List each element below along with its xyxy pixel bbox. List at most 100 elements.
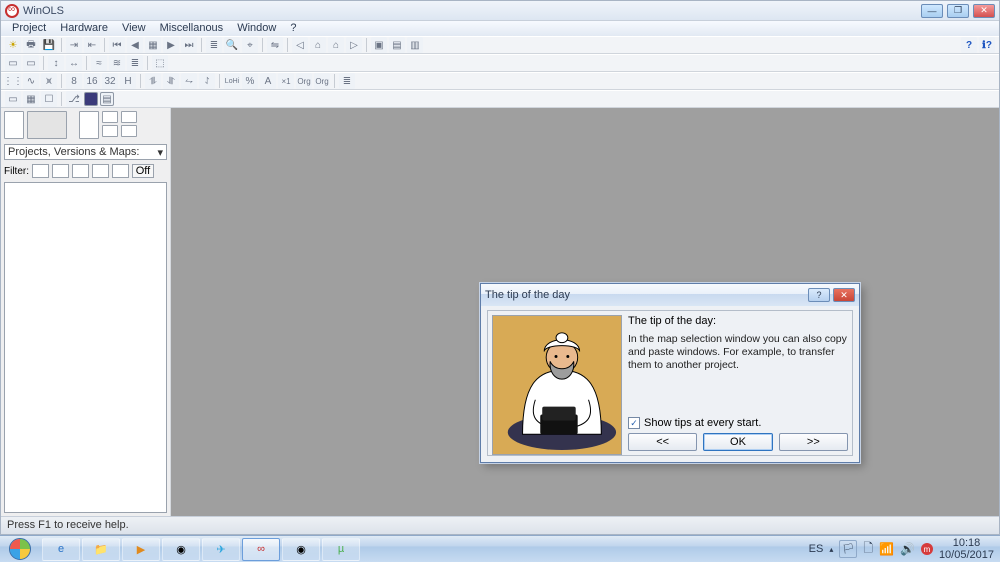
layout-a-icon[interactable]: ▣ (371, 37, 387, 53)
show-tips-checkbox[interactable]: ✓ (628, 417, 640, 429)
text-icon[interactable]: A (260, 73, 276, 89)
wave-icon[interactable]: ∿ (23, 73, 39, 89)
tool-2d-icon[interactable]: ↔ (66, 55, 82, 71)
tip-prev-button[interactable]: << (628, 433, 697, 451)
triangle-left-icon[interactable]: ◁ (292, 37, 308, 53)
task-telegram[interactable]: ✈ (202, 538, 240, 561)
bits-8-icon[interactable]: 8 (66, 73, 82, 89)
menu-view[interactable]: View (115, 21, 153, 36)
tool-2h-icon[interactable]: ⬚ (152, 55, 168, 71)
palette-slot-5b[interactable] (121, 125, 137, 137)
tray-lang[interactable]: ES (809, 543, 824, 555)
tray-network-icon[interactable]: 📶 (879, 542, 894, 556)
mode-hatch-icon[interactable]: ▤ (100, 92, 114, 106)
tool-2b-icon[interactable]: ▭ (23, 55, 39, 71)
swap-icon[interactable]: ⇋ (267, 37, 283, 53)
print-icon[interactable]: 🖶 (23, 37, 39, 53)
menu-miscellaneous[interactable]: Miscellanous (153, 21, 231, 36)
filter-slot-1[interactable] (32, 164, 49, 178)
tool-2g-icon[interactable]: ≣ (127, 55, 143, 71)
select-c-icon[interactable]: ☐ (41, 91, 57, 107)
bulb-icon[interactable]: ☀ (5, 37, 21, 53)
tray-volume-icon[interactable]: 🔊 (900, 542, 915, 556)
palette-slot-2[interactable] (27, 111, 67, 139)
filter-slot-4[interactable] (92, 164, 109, 178)
scale-b-icon[interactable]: ⥯ (163, 73, 179, 89)
home-icon[interactable]: ⌂ (310, 37, 326, 53)
tip-next-button[interactable]: >> (779, 433, 848, 451)
filter-slot-2[interactable] (52, 164, 69, 178)
import-icon[interactable]: ⇥ (66, 37, 82, 53)
maximize-button[interactable]: ❐ (947, 4, 969, 18)
bits-hilo-icon[interactable]: H (120, 73, 136, 89)
next-icon[interactable]: ⏭ (181, 37, 197, 53)
x1-icon[interactable]: ×1 (278, 73, 294, 89)
project-tree[interactable] (4, 182, 167, 513)
layout-c-icon[interactable]: ▥ (407, 37, 423, 53)
prev-icon[interactable]: ◀ (127, 37, 143, 53)
dialog-close-button[interactable]: ✕ (833, 288, 855, 302)
tool-2c-icon[interactable]: ↕ (48, 55, 64, 71)
select-b-icon[interactable]: ▦ (23, 91, 39, 107)
rows-icon[interactable]: ≣ (206, 37, 222, 53)
percent-icon[interactable]: % (242, 73, 258, 89)
scale-d-icon[interactable]: ⥌ (199, 73, 215, 89)
task-winols[interactable]: ∞ (242, 538, 280, 561)
task-media[interactable]: ▶ (122, 538, 160, 561)
layout-b-icon[interactable]: ▤ (389, 37, 405, 53)
filter-slot-5[interactable] (112, 164, 129, 178)
play-icon[interactable]: ▶ (163, 37, 179, 53)
menu-window[interactable]: Window (230, 21, 283, 36)
palette-slot-4b[interactable] (102, 125, 118, 137)
filter-off-button[interactable]: Off (132, 164, 154, 178)
tip-ok-button[interactable]: OK (703, 433, 772, 451)
task-chrome[interactable]: ◉ (162, 538, 200, 561)
lohi-icon[interactable]: LoHi (224, 73, 240, 89)
task-ie[interactable]: e (42, 538, 80, 561)
bits-32-icon[interactable]: 32 (102, 73, 118, 89)
tray-clock[interactable]: 10:18 10/05/2017 (939, 537, 994, 561)
home-alt-icon[interactable]: ⌂ (328, 37, 344, 53)
triangle-right-icon[interactable]: ▷ (346, 37, 362, 53)
branch-icon[interactable]: ⎇ (66, 91, 82, 107)
start-button[interactable] (0, 536, 40, 562)
misc-icon[interactable]: ≣ (339, 73, 355, 89)
org-a-icon[interactable]: Org (296, 73, 312, 89)
grid-icon[interactable]: ▦ (145, 37, 161, 53)
dots-icon[interactable]: ⋮⋮ (5, 73, 21, 89)
palette-slot-4a[interactable] (102, 111, 118, 123)
whatsthis-icon[interactable]: ℹ? (979, 37, 995, 53)
task-chrome2[interactable]: ◉ (282, 538, 320, 561)
palette-slot-1[interactable] (4, 111, 24, 139)
select-a-icon[interactable]: ▭ (5, 91, 21, 107)
close-button[interactable]: ✕ (973, 4, 995, 18)
filter-slot-3[interactable] (72, 164, 89, 178)
menu-hardware[interactable]: Hardware (53, 21, 115, 36)
tray-flag-icon[interactable]: 🏳 (839, 540, 857, 558)
tool-2f-icon[interactable]: ≋ (109, 55, 125, 71)
dialog-help-button[interactable]: ? (808, 288, 830, 302)
task-explorer[interactable]: 📁 (82, 538, 120, 561)
palette-slot-3[interactable] (79, 111, 99, 139)
scale-c-icon[interactable]: ⥊ (181, 73, 197, 89)
palette-slot-5a[interactable] (121, 111, 137, 123)
zigzag-icon[interactable]: ⩙ (41, 73, 57, 89)
projects-combo[interactable]: Projects, Versions & Maps: ▾ (4, 144, 167, 160)
help-icon[interactable]: ? (961, 37, 977, 53)
menu-help[interactable]: ? (283, 21, 303, 36)
target-icon[interactable]: ⌖ (242, 37, 258, 53)
tray-expand-icon[interactable]: ▴ (829, 545, 833, 554)
bits-16-icon[interactable]: 16 (84, 73, 100, 89)
tray-battery-icon[interactable]: 🗋 (863, 539, 873, 560)
tool-2a-icon[interactable]: ▭ (5, 55, 21, 71)
task-utorrent[interactable]: µ (322, 538, 360, 561)
tool-2e-icon[interactable]: ≈ (91, 55, 107, 71)
scale-a-icon[interactable]: ⥮ (145, 73, 161, 89)
export-icon[interactable]: ⇤ (84, 37, 100, 53)
first-icon[interactable]: ⏮ (109, 37, 125, 53)
org-b-icon[interactable]: Org (314, 73, 330, 89)
menu-project[interactable]: Project (5, 21, 53, 36)
minimize-button[interactable]: — (921, 4, 943, 18)
save-icon[interactable]: 💾 (41, 37, 57, 53)
search-icon[interactable]: 🔍 (224, 37, 240, 53)
